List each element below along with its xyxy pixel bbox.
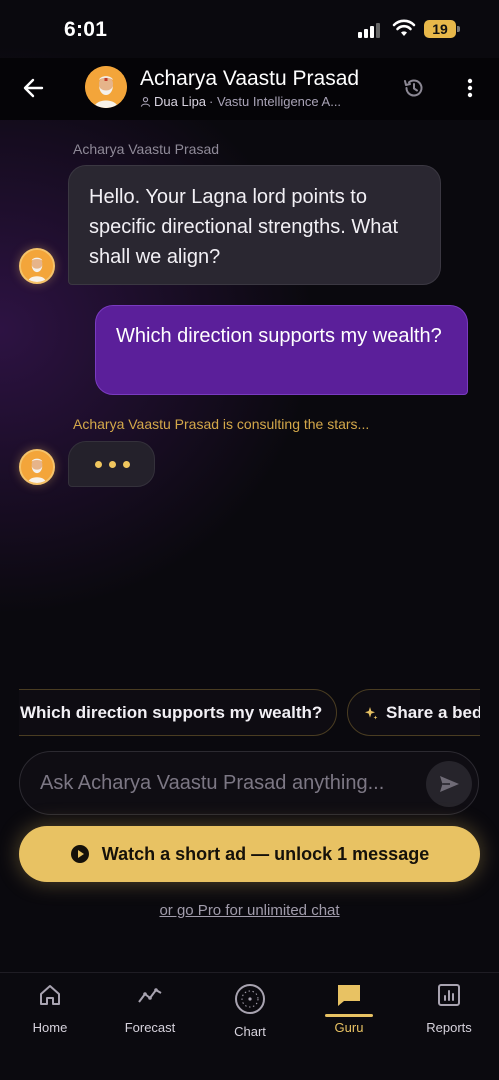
user-message-bubble: Which direction supports my wealth? — [95, 305, 468, 395]
header-subtitle: Dua Lipa · Vastu Intelligence A... — [140, 94, 368, 109]
chat-screen: 6:01 19 Acharya Vaastu Prasad Dua Lipa ·… — [0, 0, 499, 1080]
sage-portrait-icon — [21, 451, 53, 483]
person-icon — [140, 97, 151, 107]
nav-label: Forecast — [124, 1020, 176, 1035]
message-composer — [19, 751, 479, 815]
wifi-icon — [392, 19, 416, 36]
active-tab-indicator — [325, 1014, 373, 1017]
guru-typing-avatar — [19, 449, 55, 485]
sage-portrait-icon — [85, 66, 127, 108]
battery-icon: 19 — [424, 20, 460, 38]
nav-home[interactable]: Home — [0, 973, 100, 1080]
nav-label: Chart — [234, 1024, 266, 1039]
suggestion-chip[interactable]: Which direction supports my wealth? — [19, 689, 337, 736]
nav-label: Guru — [334, 1020, 364, 1035]
chat-header: Acharya Vaastu Prasad Dua Lipa · Vastu I… — [0, 58, 499, 120]
sparkle-icon — [365, 707, 378, 720]
guru-message-bubble: Hello. Your Lagna lord points to specifi… — [68, 165, 441, 285]
suggestion-chip-2[interactable]: Share a bed — [347, 689, 480, 736]
send-button[interactable] — [426, 761, 472, 807]
typing-dot — [95, 461, 102, 468]
typing-status: Acharya Vaastu Prasad is consulting the … — [73, 416, 370, 432]
nav-guru[interactable]: Guru — [299, 973, 399, 1080]
trend-icon — [138, 988, 162, 1003]
typing-dot — [109, 461, 116, 468]
nav-forecast[interactable]: Forecast — [100, 973, 200, 1080]
history-icon[interactable] — [402, 76, 426, 100]
typing-dot — [123, 461, 130, 468]
nav-chart[interactable]: Chart — [200, 973, 300, 1080]
cellular-signal-icon — [358, 22, 382, 38]
home-icon — [40, 985, 60, 1005]
status-bar: 6:01 19 — [0, 0, 499, 58]
chat-bubble-icon — [338, 985, 360, 1006]
guru-avatar[interactable] — [85, 66, 127, 108]
watch-ad-label: Watch a short ad — unlock 1 message — [101, 843, 430, 864]
more-vertical-icon[interactable] — [460, 76, 480, 100]
watch-ad-button[interactable]: Watch a short ad — unlock 1 message — [19, 826, 480, 882]
profile-name: Dua Lipa — [154, 94, 207, 109]
chart-wheel-icon — [235, 984, 265, 1014]
nav-label: Home — [32, 1020, 68, 1035]
page-title: Acharya Vaastu Prasad — [140, 67, 360, 90]
suggestion-chips: Which direction supports my wealth? Shar… — [19, 688, 480, 738]
status-time: 6:01 — [64, 18, 108, 41]
go-pro-link[interactable]: or go Pro for unlimited chat — [0, 902, 499, 919]
bottom-nav: Home Forecast Chart Guru Reports — [0, 972, 499, 1080]
back-arrow-icon[interactable] — [20, 74, 48, 102]
suggestion-chip-label: Share a bed — [386, 703, 480, 722]
guru-message-avatar — [19, 248, 55, 284]
typing-indicator — [68, 441, 155, 487]
send-icon — [440, 776, 459, 792]
battery-level: 19 — [424, 20, 456, 38]
message-input[interactable] — [20, 752, 420, 814]
nav-label: Reports — [426, 1020, 472, 1035]
profile-context: · Vastu Intelligence A... — [209, 94, 342, 109]
sage-portrait-icon — [21, 250, 53, 282]
message-sender-label: Acharya Vaastu Prasad — [73, 141, 220, 157]
nav-reports[interactable]: Reports — [399, 973, 499, 1080]
play-circle-icon — [70, 845, 89, 863]
bar-chart-icon — [438, 984, 460, 1006]
